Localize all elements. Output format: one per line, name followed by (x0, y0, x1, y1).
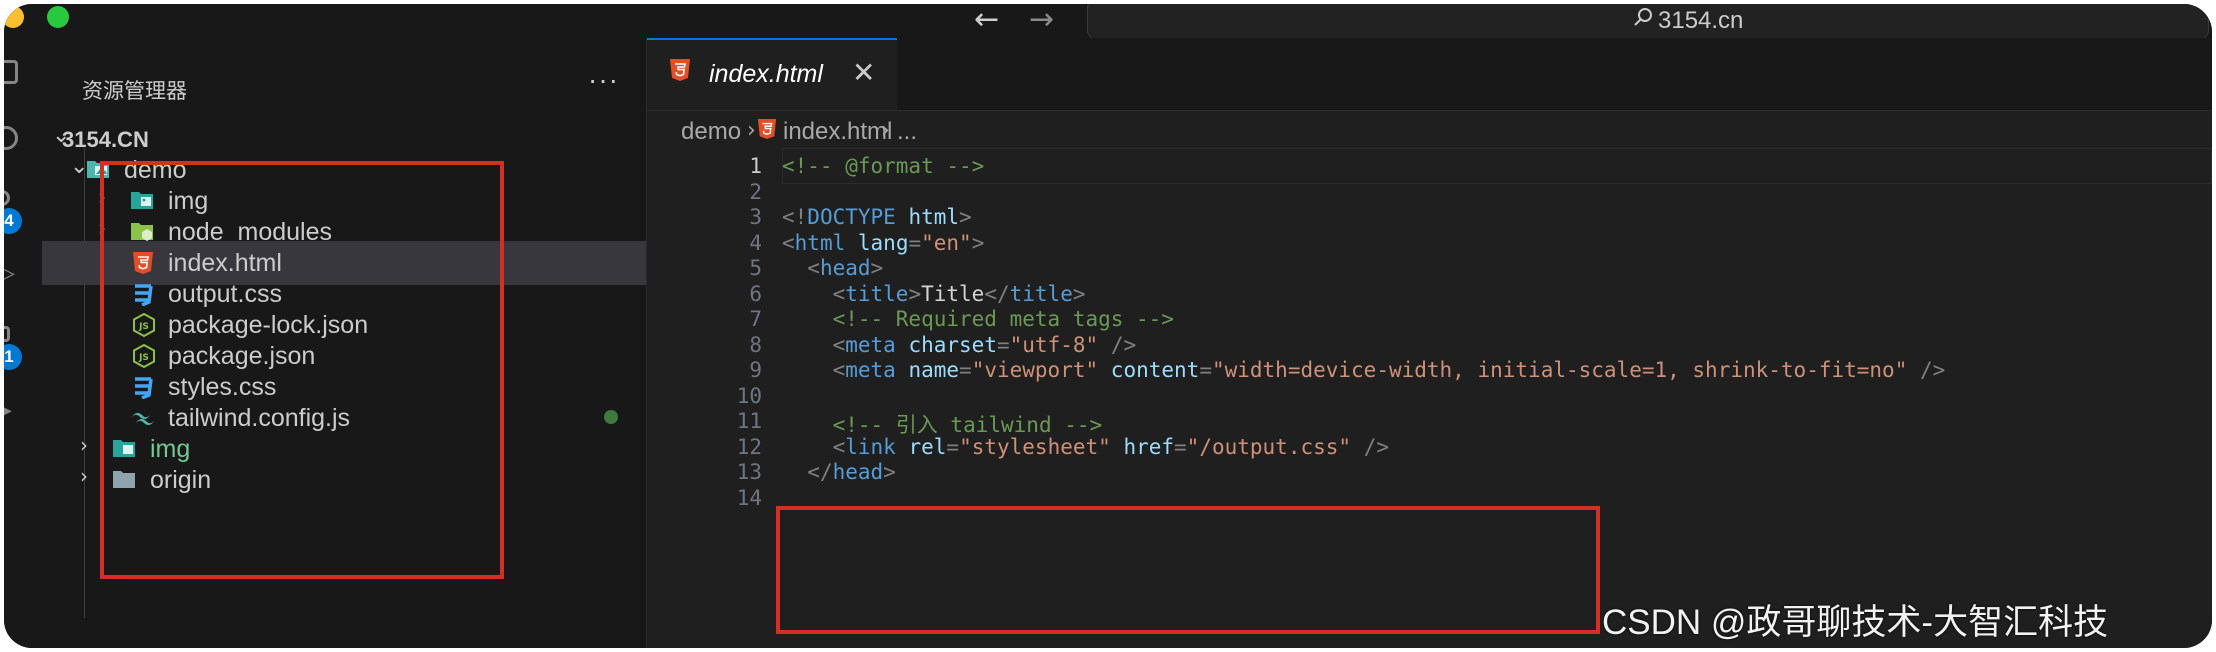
chevron-right-icon: › (80, 433, 88, 457)
extensions-badge: 1 (4, 344, 22, 370)
maximize-window-button[interactable] (47, 6, 69, 28)
explorer-icon[interactable] (4, 60, 18, 84)
tab-index-html[interactable]: index.html ✕ (647, 38, 897, 110)
html-file-icon (757, 119, 777, 139)
html-file-icon (670, 59, 690, 81)
annotation-box-code (776, 506, 1600, 634)
chevron-right-icon: › (881, 118, 890, 143)
breadcrumb-item[interactable]: demo (681, 118, 741, 146)
breadcrumb: demo › index.html › ... (647, 110, 2212, 150)
chevron-right-icon: › (80, 464, 88, 488)
activity-bar: 4 ▷ 1 ▶ (4, 38, 43, 648)
tab-bar: index.html ✕ (647, 38, 2212, 111)
title-bar: ← → 3154.cn (4, 4, 2212, 40)
back-arrow-icon[interactable]: ← (974, 4, 999, 37)
source-control-badge: 4 (4, 208, 22, 234)
command-center-label: 3154.cn (1658, 7, 1744, 34)
breadcrumb-item[interactable]: index.html (783, 118, 892, 146)
forward-arrow-icon[interactable]: → (1029, 4, 1054, 37)
extensions-icon[interactable] (4, 326, 10, 342)
chevron-right-icon: › (747, 118, 756, 143)
minimize-window-button[interactable] (4, 6, 24, 28)
search-icon (1634, 8, 1652, 26)
run-debug-icon[interactable]: ▷ (4, 260, 15, 286)
git-status-dot (604, 410, 618, 424)
breadcrumb-item[interactable]: ... (897, 118, 917, 146)
annotation-box-files (100, 161, 504, 579)
vscode-window: ← → 3154.cn 4 ▷ 1 ▶ 资源管理器 ··· ⌄ 3154.CN (4, 4, 2212, 648)
explorer-title: 资源管理器 (82, 80, 187, 103)
search-activity-icon[interactable] (4, 126, 18, 150)
remote-explorer-icon[interactable]: ▶ (4, 400, 12, 421)
close-icon[interactable]: ✕ (852, 56, 875, 89)
watermark: CSDN @政哥聊技术-大智汇科技 (1602, 603, 2109, 642)
command-center-search[interactable]: 3154.cn (1087, 4, 2209, 40)
line-number: 14 (736, 485, 762, 510)
more-actions-icon[interactable]: ··· (588, 64, 619, 96)
tab-label: index.html (709, 60, 823, 88)
source-control-icon[interactable] (4, 190, 10, 206)
